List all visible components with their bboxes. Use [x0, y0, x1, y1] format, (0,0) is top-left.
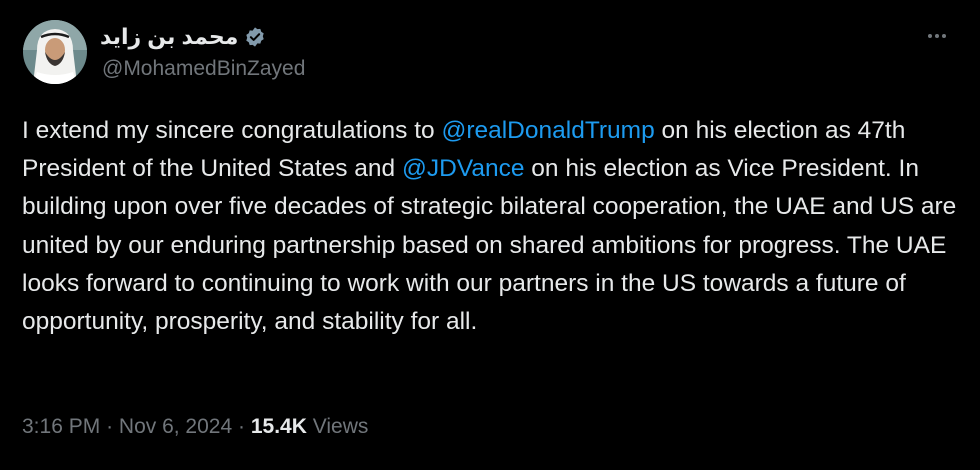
more-dot: [935, 34, 939, 38]
more-dot: [942, 34, 946, 38]
author-handle[interactable]: @MohamedBinZayed: [102, 56, 305, 82]
tweet-card: محمد بن زايد @MohamedBinZayed I extend m…: [0, 0, 980, 470]
mention-link[interactable]: @JDVance: [402, 155, 524, 182]
meta-separator: ·: [238, 415, 245, 438]
more-options-icon[interactable]: [922, 26, 952, 46]
tweet-meta: 3:16 PM · Nov 6, 2024 · 15.4K Views: [22, 412, 368, 442]
views-count: 15.4K: [250, 415, 307, 438]
verified-badge-icon: [244, 26, 266, 48]
mention-link[interactable]: @realDonaldTrump: [441, 117, 654, 144]
meta-separator: ·: [106, 415, 114, 438]
author-name-row: محمد بن زايد: [100, 24, 266, 50]
tweet-text: I extend my sincere congratulations to @…: [22, 112, 962, 341]
more-dot: [928, 34, 932, 38]
avatar-image: [23, 20, 87, 84]
display-name[interactable]: محمد بن زايد: [100, 24, 238, 50]
tweet-text-segment: I extend my sincere congratulations to: [22, 117, 442, 144]
tweet-date[interactable]: Nov 6, 2024: [119, 415, 232, 438]
tweet-time[interactable]: 3:16 PM: [22, 415, 100, 438]
avatar[interactable]: [23, 20, 87, 84]
views-label: Views: [312, 415, 369, 438]
